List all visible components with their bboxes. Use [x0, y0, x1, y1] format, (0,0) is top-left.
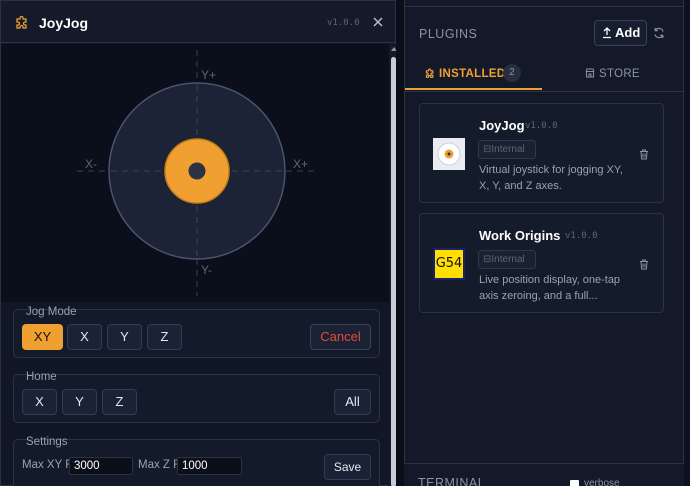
internal-badge: ⊟Internal	[478, 140, 536, 159]
max-xy-label: Max XY F	[22, 459, 73, 471]
store-icon	[585, 68, 595, 78]
home-all-button[interactable]: All	[334, 389, 371, 415]
trash-icon[interactable]	[639, 149, 649, 160]
plugin-card-joyjog[interactable]: JoyJog v1.0.0 ⊟Internal Virtual joystick…	[419, 103, 664, 203]
mode-y-button[interactable]: Y	[107, 324, 142, 350]
g54-thumb-label: G54	[435, 256, 463, 271]
joystick-thumb-icon	[433, 138, 465, 170]
max-z-input[interactable]: 1000	[177, 457, 242, 475]
plugin-name: Work Origins	[479, 228, 561, 243]
close-icon[interactable]	[371, 15, 385, 29]
top-divider	[405, 0, 683, 7]
save-button[interactable]: Save	[324, 454, 371, 480]
plugins-title: PLUGINS	[419, 27, 478, 41]
y-minus-label: Y-	[201, 263, 212, 277]
max-xy-input[interactable]: 3000	[69, 457, 133, 475]
cancel-button[interactable]: Cancel	[310, 324, 371, 350]
tab-installed-label: INSTALLED	[439, 68, 506, 80]
window-title: JoyJog	[39, 15, 89, 31]
g54-thumb: G54	[433, 248, 465, 280]
jog-mode-panel: Jog Mode XY X Y Z Cancel	[13, 306, 380, 358]
mode-z-button[interactable]: Z	[147, 324, 182, 350]
plugin-version: v1.0.0	[565, 231, 598, 241]
plugin-version: v1.0.0	[525, 121, 558, 131]
max-z-label: Max Z F	[138, 459, 181, 471]
verbose-checkbox[interactable]	[570, 480, 579, 486]
puzzle-icon	[425, 68, 434, 78]
terminal-panel: TERMINAL verbose	[404, 463, 684, 486]
puzzle-icon	[16, 15, 27, 29]
plugin-description: Live position display, one-tap axis zero…	[479, 274, 621, 302]
refresh-icon[interactable]	[653, 27, 665, 39]
window-header[interactable]: JoyJog v1.0.0	[1, 1, 395, 43]
tab-installed[interactable]: INSTALLED 2	[405, 58, 542, 90]
terminal-title: TERMINAL	[418, 476, 486, 486]
y-plus-label: Y+	[201, 68, 216, 82]
plugin-name: JoyJog	[479, 118, 525, 133]
joystick-stage: Y+ Y- X- X+	[1, 44, 389, 302]
settings-label: Settings	[26, 436, 68, 448]
home-panel: Home X Y Z All	[13, 371, 380, 423]
panel-divider	[396, 0, 404, 486]
window-version: v1.0.0	[327, 18, 360, 28]
upload-icon	[603, 27, 611, 39]
tab-store-label: STORE	[599, 68, 640, 80]
settings-panel: Settings Max XY F 3000 Max Z F 1000 Save	[13, 436, 380, 486]
x-plus-label: X+	[293, 157, 308, 171]
home-z-button[interactable]: Z	[102, 389, 137, 415]
home-label: Home	[26, 371, 57, 383]
x-minus-label: X-	[85, 157, 97, 171]
plugin-description: Virtual joystick for jogging XY, X, Y, a…	[479, 164, 623, 192]
mode-xy-button[interactable]: XY	[22, 324, 63, 350]
home-x-button[interactable]: X	[22, 389, 57, 415]
home-y-button[interactable]: Y	[62, 389, 97, 415]
plugins-panel: PLUGINS Add INSTALLED 2 STORE JoyJog v1.…	[404, 0, 684, 486]
trash-icon[interactable]	[639, 259, 649, 270]
badge-label: Internal	[491, 144, 525, 155]
add-plugin-label: Add	[615, 25, 641, 40]
verbose-label: verbose	[584, 478, 620, 486]
add-plugin-button[interactable]: Add	[594, 20, 647, 46]
tab-store[interactable]: STORE	[543, 58, 683, 90]
internal-badge: ⊟Internal	[478, 250, 536, 269]
installed-count-badge: 2	[503, 64, 521, 82]
plugin-card-work-origins[interactable]: G54 Work Origins v1.0.0 ⊟Internal Live p…	[419, 213, 664, 313]
tabs-divider	[405, 91, 683, 92]
mode-x-button[interactable]: X	[67, 324, 102, 350]
joyjog-window: JoyJog v1.0.0 Y+ Y- X- X+ Jog Mode XY X …	[0, 0, 397, 486]
badge-label: Internal	[491, 254, 525, 265]
jog-mode-label: Jog Mode	[26, 306, 77, 318]
